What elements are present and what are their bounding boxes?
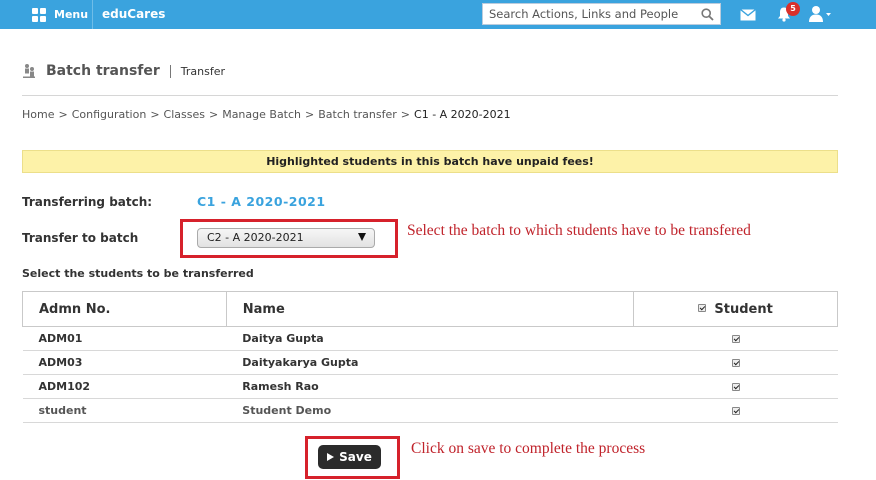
student-name-cell: Daitya Gupta <box>226 326 634 351</box>
batch-transfer-icon <box>23 64 35 78</box>
admn-no-cell: ADM102 <box>22 374 227 399</box>
brand-link[interactable]: eduCares <box>102 7 165 21</box>
save-button[interactable]: Save <box>318 445 381 469</box>
transferring-batch-value: C1 - A 2020-2021 <box>197 194 326 209</box>
menu-button[interactable]: Menu <box>22 0 92 29</box>
save-annotation: Click on save to complete the process <box>411 440 646 457</box>
search-icon[interactable] <box>701 8 714 21</box>
student-select-cell <box>633 398 838 423</box>
admn-no-cell: ADM03 <box>22 350 227 375</box>
admn-no-cell: ADM01 <box>22 326 227 351</box>
breadcrumb-manage-batch[interactable]: Manage Batch <box>222 108 301 121</box>
admn-no-cell: student <box>22 398 227 423</box>
search-input[interactable] <box>483 4 693 24</box>
title-separator <box>169 64 171 78</box>
student-checkbox[interactable] <box>731 335 740 343</box>
breadcrumb-batch-transfer[interactable]: Batch transfer <box>318 108 397 121</box>
top-navigation-bar: Menu eduCares 5 <box>0 0 876 29</box>
student-select-cell <box>633 326 838 351</box>
student-checkbox[interactable] <box>731 359 740 367</box>
save-button-label: Save <box>339 450 372 464</box>
table-header-row: Admn No. Name Student <box>22 291 838 327</box>
menu-label: Menu <box>54 8 89 21</box>
transfer-to-batch-selected: C2 - A 2020-2021 <box>207 231 304 244</box>
dropdown-arrow-icon <box>358 233 366 241</box>
student-name-cell: Student Demo <box>226 398 634 423</box>
breadcrumb: Home > Configuration > Classes > Manage Batch >… <box>22 108 511 121</box>
caret-down-icon <box>826 13 831 16</box>
page-header: Batch transfer Transfer <box>22 60 225 82</box>
topbar-divider <box>92 0 93 29</box>
mail-icon[interactable] <box>740 9 756 21</box>
page-subtitle: Transfer <box>180 64 226 78</box>
transferring-batch-label: Transferring batch: <box>22 195 153 209</box>
transfer-to-batch-select[interactable]: C2 - A 2020-2021 <box>197 228 375 248</box>
search-box <box>482 3 721 25</box>
select-all-checkbox[interactable] <box>698 303 707 312</box>
student-checkbox[interactable] <box>731 383 740 391</box>
breadcrumb-configuration[interactable]: Configuration <box>72 108 147 121</box>
student-name-cell: Daityakarya Gupta <box>226 350 634 375</box>
breadcrumb-current: C1 - A 2020-2021 <box>414 108 511 121</box>
transfer-to-batch-label: Transfer to batch <box>22 231 139 245</box>
admn-no-header: Admn No. <box>22 291 227 327</box>
notification-badge: 5 <box>786 2 800 16</box>
student-select-cell <box>633 350 838 375</box>
table-row: ADM03 Daityakarya Gupta <box>22 350 838 375</box>
header-divider <box>22 95 838 96</box>
students-table: Admn No. Name Student ADM01 Daitya Gupta… <box>22 291 838 423</box>
table-row: student Student Demo <box>22 398 838 423</box>
select-batch-annotation: Select the batch to which students have … <box>407 222 751 239</box>
page-title: Batch transfer <box>46 63 160 79</box>
play-icon <box>327 453 335 461</box>
students-section-label: Select the students to be transferred <box>22 267 254 280</box>
student-checkbox[interactable] <box>731 407 740 415</box>
student-name-cell: Ramesh Rao <box>226 374 634 399</box>
student-header-label: Student <box>714 301 773 317</box>
name-header: Name <box>225 291 635 327</box>
table-row: ADM102 Ramesh Rao <box>22 374 838 399</box>
table-row: ADM01 Daitya Gupta <box>22 326 838 351</box>
unpaid-fees-alert: Highlighted students in this batch have … <box>22 150 838 173</box>
breadcrumb-classes[interactable]: Classes <box>164 108 205 121</box>
breadcrumb-home[interactable]: Home <box>22 108 54 121</box>
user-icon[interactable] <box>808 5 832 23</box>
student-select-cell <box>633 374 838 399</box>
menu-grid-icon <box>32 7 46 22</box>
student-header: Student <box>633 291 838 327</box>
